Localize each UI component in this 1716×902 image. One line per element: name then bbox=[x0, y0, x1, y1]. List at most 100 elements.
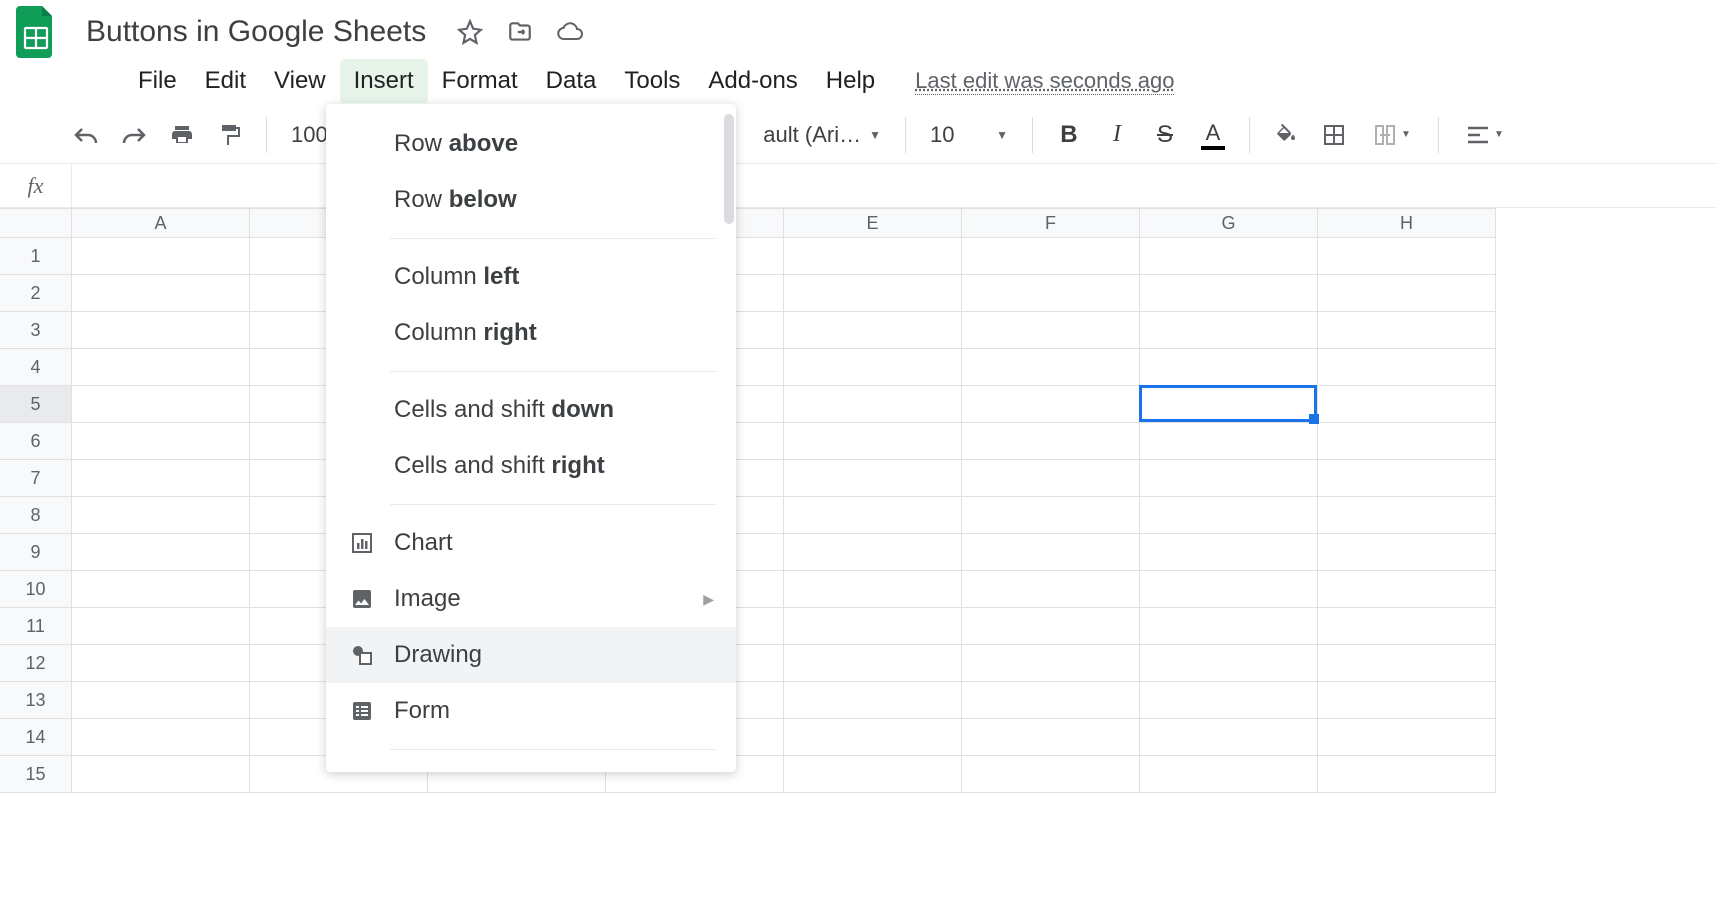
cell-F12[interactable] bbox=[962, 645, 1140, 682]
sheets-logo[interactable] bbox=[12, 2, 60, 62]
row-header-5[interactable]: 5 bbox=[0, 386, 72, 423]
row-header-12[interactable]: 12 bbox=[0, 645, 72, 682]
row-header-1[interactable]: 1 bbox=[0, 238, 72, 275]
cell-A6[interactable] bbox=[72, 423, 250, 460]
cell-G12[interactable] bbox=[1140, 645, 1318, 682]
cell-F1[interactable] bbox=[962, 238, 1140, 275]
menu-insert[interactable]: Insert bbox=[340, 59, 428, 103]
print-button[interactable] bbox=[164, 117, 200, 153]
cell-H11[interactable] bbox=[1318, 608, 1496, 645]
star-icon[interactable] bbox=[456, 18, 484, 46]
last-edit-link[interactable]: Last edit was seconds ago bbox=[915, 68, 1174, 95]
cell-F7[interactable] bbox=[962, 460, 1140, 497]
row-header-7[interactable]: 7 bbox=[0, 460, 72, 497]
cell-E13[interactable] bbox=[784, 682, 962, 719]
cell-A13[interactable] bbox=[72, 682, 250, 719]
borders-button[interactable] bbox=[1316, 117, 1352, 153]
row-header-4[interactable]: 4 bbox=[0, 349, 72, 386]
cell-G4[interactable] bbox=[1140, 349, 1318, 386]
cell-H12[interactable] bbox=[1318, 645, 1496, 682]
cell-F14[interactable] bbox=[962, 719, 1140, 756]
cell-A11[interactable] bbox=[72, 608, 250, 645]
menu-help[interactable]: Help bbox=[812, 59, 889, 103]
cell-G1[interactable] bbox=[1140, 238, 1318, 275]
menu-item-column-right[interactable]: Column right bbox=[326, 305, 736, 361]
cell-E11[interactable] bbox=[784, 608, 962, 645]
menu-item-cells-shift-right[interactable]: Cells and shift right bbox=[326, 438, 736, 494]
cell-G13[interactable] bbox=[1140, 682, 1318, 719]
cell-E14[interactable] bbox=[784, 719, 962, 756]
document-title[interactable]: Buttons in Google Sheets bbox=[78, 11, 434, 53]
cloud-status-icon[interactable] bbox=[556, 18, 584, 46]
cell-H10[interactable] bbox=[1318, 571, 1496, 608]
cell-A7[interactable] bbox=[72, 460, 250, 497]
row-header-10[interactable]: 10 bbox=[0, 571, 72, 608]
cell-A14[interactable] bbox=[72, 719, 250, 756]
row-header-8[interactable]: 8 bbox=[0, 497, 72, 534]
cell-A1[interactable] bbox=[72, 238, 250, 275]
cell-F8[interactable] bbox=[962, 497, 1140, 534]
row-header-13[interactable]: 13 bbox=[0, 682, 72, 719]
cell-F4[interactable] bbox=[962, 349, 1140, 386]
strikethrough-button[interactable]: S bbox=[1147, 117, 1183, 153]
cell-E8[interactable] bbox=[784, 497, 962, 534]
cell-F15[interactable] bbox=[962, 756, 1140, 793]
select-all-corner[interactable] bbox=[0, 208, 72, 238]
cell-E2[interactable] bbox=[784, 275, 962, 312]
cell-H4[interactable] bbox=[1318, 349, 1496, 386]
menu-item-column-left[interactable]: Column left bbox=[326, 249, 736, 305]
cell-F6[interactable] bbox=[962, 423, 1140, 460]
menu-item-form[interactable]: Form bbox=[326, 683, 736, 739]
cell-A12[interactable] bbox=[72, 645, 250, 682]
cell-H15[interactable] bbox=[1318, 756, 1496, 793]
column-header-E[interactable]: E bbox=[784, 208, 962, 238]
cell-F5[interactable] bbox=[962, 386, 1140, 423]
cell-G11[interactable] bbox=[1140, 608, 1318, 645]
cell-H3[interactable] bbox=[1318, 312, 1496, 349]
cell-E5[interactable] bbox=[784, 386, 962, 423]
menu-edit[interactable]: Edit bbox=[191, 59, 260, 103]
cell-A10[interactable] bbox=[72, 571, 250, 608]
font-size-select[interactable]: 10▼ bbox=[924, 118, 1014, 152]
row-header-9[interactable]: 9 bbox=[0, 534, 72, 571]
cell-H6[interactable] bbox=[1318, 423, 1496, 460]
fill-color-button[interactable] bbox=[1268, 117, 1304, 153]
cell-G6[interactable] bbox=[1140, 423, 1318, 460]
cell-H9[interactable] bbox=[1318, 534, 1496, 571]
cell-G14[interactable] bbox=[1140, 719, 1318, 756]
cell-A4[interactable] bbox=[72, 349, 250, 386]
cell-G9[interactable] bbox=[1140, 534, 1318, 571]
menu-addons[interactable]: Add-ons bbox=[694, 59, 811, 103]
cell-H8[interactable] bbox=[1318, 497, 1496, 534]
cell-H14[interactable] bbox=[1318, 719, 1496, 756]
row-header-3[interactable]: 3 bbox=[0, 312, 72, 349]
cell-A9[interactable] bbox=[72, 534, 250, 571]
menu-file[interactable]: File bbox=[124, 59, 191, 103]
menu-item-image[interactable]: Image ▶ bbox=[326, 571, 736, 627]
cell-F11[interactable] bbox=[962, 608, 1140, 645]
cell-E7[interactable] bbox=[784, 460, 962, 497]
cell-G7[interactable] bbox=[1140, 460, 1318, 497]
move-icon[interactable] bbox=[506, 18, 534, 46]
cell-F3[interactable] bbox=[962, 312, 1140, 349]
row-header-6[interactable]: 6 bbox=[0, 423, 72, 460]
menu-item-row-below[interactable]: Row below bbox=[326, 172, 736, 228]
cell-G3[interactable] bbox=[1140, 312, 1318, 349]
row-header-15[interactable]: 15 bbox=[0, 756, 72, 793]
cell-E9[interactable] bbox=[784, 534, 962, 571]
font-select[interactable]: ault (Ari…▼ bbox=[757, 118, 887, 152]
menu-item-cells-shift-down[interactable]: Cells and shift down bbox=[326, 382, 736, 438]
column-header-F[interactable]: F bbox=[962, 208, 1140, 238]
row-header-2[interactable]: 2 bbox=[0, 275, 72, 312]
cell-A2[interactable] bbox=[72, 275, 250, 312]
cell-F9[interactable] bbox=[962, 534, 1140, 571]
menu-item-drawing[interactable]: Drawing bbox=[326, 627, 736, 683]
paint-format-button[interactable] bbox=[212, 117, 248, 153]
row-header-14[interactable]: 14 bbox=[0, 719, 72, 756]
cell-H13[interactable] bbox=[1318, 682, 1496, 719]
redo-button[interactable] bbox=[116, 117, 152, 153]
text-color-button[interactable]: A bbox=[1195, 117, 1231, 153]
cell-E6[interactable] bbox=[784, 423, 962, 460]
cell-A3[interactable] bbox=[72, 312, 250, 349]
cell-E12[interactable] bbox=[784, 645, 962, 682]
